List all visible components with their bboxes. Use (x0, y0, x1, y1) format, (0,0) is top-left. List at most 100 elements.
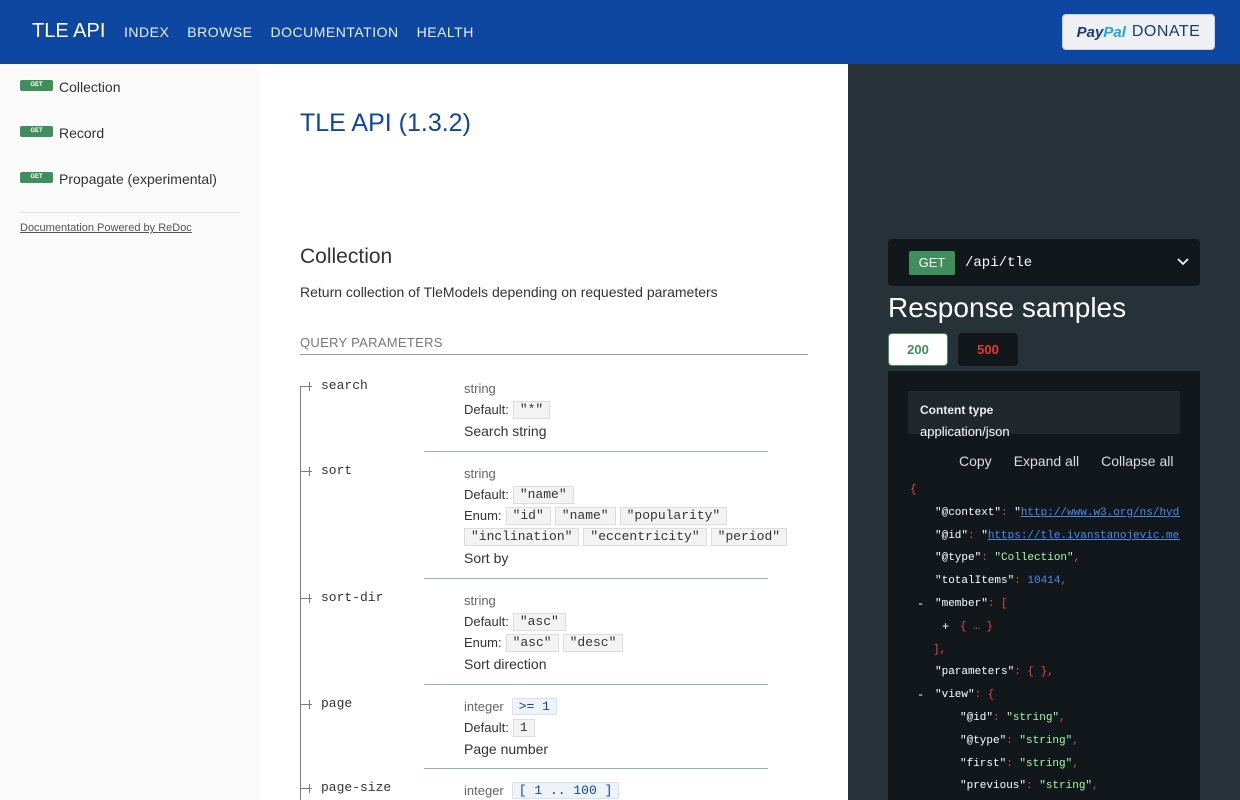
param-name: sort (321, 463, 353, 478)
nav-link-browse[interactable]: BROWSE (187, 24, 252, 40)
json-token: : { (974, 689, 995, 702)
sidebar-item-collection[interactable]: GET Collection (20, 77, 120, 97)
json-token: "view" (935, 689, 975, 702)
endpoint-selector[interactable]: GET /api/tle (888, 239, 1200, 286)
brand-link[interactable]: TLE API (32, 20, 105, 43)
json-token: : (981, 552, 995, 565)
tab-200[interactable]: 200 (888, 333, 948, 366)
default-value: "name" (512, 485, 574, 504)
param-description: Page number (464, 741, 549, 757)
json-token: "string" (1019, 757, 1073, 770)
json-line: { (910, 479, 1180, 502)
json-token: "string" (1039, 780, 1093, 793)
param-description: Sort by (464, 550, 509, 566)
param-info: string Default: "asc" Enum: "asc" "desc" So… (464, 590, 808, 672)
tree-branch-icon (300, 382, 312, 391)
json-token: : (1006, 757, 1020, 770)
param-type: integer (464, 699, 504, 714)
chevron-down-icon (1177, 258, 1189, 266)
sidebar: GET Collection GET Record GET Propagate … (0, 64, 260, 800)
json-line: - "view": { (910, 684, 1180, 707)
json-line: + { … } (910, 616, 1180, 639)
json-link[interactable]: http://www.w3.org/ns/hydra/context.jsonl… (1021, 507, 1180, 519)
tree-branch-icon (300, 700, 312, 709)
param-type: string (464, 381, 496, 396)
json-link[interactable]: https://tle.ivanstanojevic.me/api/tle (988, 530, 1180, 542)
get-method-badge: GET (20, 125, 53, 137)
json-token: "@id" (935, 529, 969, 542)
json-token: : (1026, 780, 1040, 793)
param-name: page (321, 696, 353, 711)
sidebar-item-propagate[interactable]: GET Propagate (experimental) (20, 169, 217, 189)
json-token: "@type" (935, 552, 982, 565)
get-method-badge: GET (20, 79, 53, 91)
nav-link-index[interactable]: INDEX (124, 24, 169, 40)
json-token: "first" (960, 757, 1007, 770)
query-parameters-header: QUERY PARAMETERS (300, 335, 808, 355)
json-line: "@id": "https://tle.ivanstanojevic.me/ap… (910, 525, 1180, 548)
param-name: search (321, 378, 368, 393)
param-constraint: >= 1 (511, 698, 557, 715)
param-separator (424, 768, 768, 769)
get-method-badge: GET (20, 171, 53, 183)
json-token: " (981, 529, 988, 542)
param-name: sort-dir (321, 590, 384, 605)
section-title: Collection (300, 245, 393, 268)
json-sample: { "@context": " http://www.w3.org/ns/hydra… (910, 479, 1180, 800)
json-token: : { }, (1014, 666, 1054, 679)
param-info: string Default: "name" Enum: "id" "name" "po… (464, 463, 808, 566)
section-description: Return collection of TleModels depending… (300, 284, 718, 300)
json-token: : [ (987, 597, 1008, 610)
copy-button[interactable]: Copy (959, 453, 992, 469)
nav-link-health[interactable]: HEALTH (417, 24, 474, 40)
json-line: ], (910, 639, 1180, 662)
sidebar-item-record[interactable]: GET Record (20, 123, 104, 143)
json-token: : (1001, 506, 1015, 519)
expand-toggle-icon[interactable]: + (942, 616, 949, 639)
json-token: "@id" (960, 711, 994, 724)
param-info: integer >= 1 Default: 1 Page number (464, 696, 808, 757)
enum-value: "name" (554, 506, 616, 525)
json-token: , (1059, 711, 1066, 724)
json-token: "member" (935, 597, 988, 610)
json-token: { … } (960, 620, 994, 633)
api-title: TLE API (1.3.2) (300, 109, 471, 137)
tab-500[interactable]: 500 (958, 333, 1018, 366)
param-separator (424, 578, 768, 579)
content-type-selector[interactable]: Content type application/json (908, 391, 1180, 439)
endpoint-path: /api/tle (965, 254, 1033, 271)
json-token: , (1060, 575, 1068, 588)
redoc-powered-link[interactable]: Documentation Powered by ReDoc (20, 222, 192, 234)
nav-link-documentation[interactable]: DOCUMENTATION (271, 24, 399, 40)
json-token: "@context" (935, 506, 1002, 519)
sample-actions: Copy Expand all Collapse all (959, 453, 1173, 469)
default-value: 1 (512, 718, 535, 737)
json-token: "@type" (960, 734, 1007, 747)
json-token: : (1014, 575, 1028, 588)
json-line: "first": "string", (910, 753, 1180, 776)
json-token: , (1073, 552, 1081, 565)
tree-branch-icon (300, 467, 312, 476)
enum-value: "inclination" (464, 527, 580, 546)
json-token: : (993, 711, 1007, 724)
collapse-toggle-icon[interactable]: - (917, 684, 924, 707)
endpoint-method-badge: GET (909, 250, 955, 275)
response-samples-title: Response samples (888, 292, 1127, 323)
collapse-all-button[interactable]: Collapse all (1101, 453, 1173, 469)
sidebar-item-label: Propagate (experimental) (59, 171, 217, 187)
default-label: Default: (464, 614, 509, 629)
json-token: , (1092, 780, 1099, 793)
default-value: "asc" (512, 612, 566, 631)
json-line: - "member": [ (910, 593, 1180, 616)
json-line: "totalItems": 10414, (910, 570, 1180, 593)
json-line: "@type": "string", (910, 730, 1180, 753)
collapse-toggle-icon[interactable]: - (917, 593, 924, 616)
param-separator (424, 684, 768, 685)
sidebar-item-label: Record (59, 125, 105, 141)
json-token: "string" (1019, 734, 1073, 747)
expand-all-button[interactable]: Expand all (1014, 453, 1079, 469)
default-label: Default: (464, 487, 509, 502)
content-type-value: application/json (920, 424, 1010, 439)
enum-value: "eccentricity" (583, 527, 707, 546)
paypal-donate-button[interactable]: PayPal DONATE (1062, 14, 1215, 50)
